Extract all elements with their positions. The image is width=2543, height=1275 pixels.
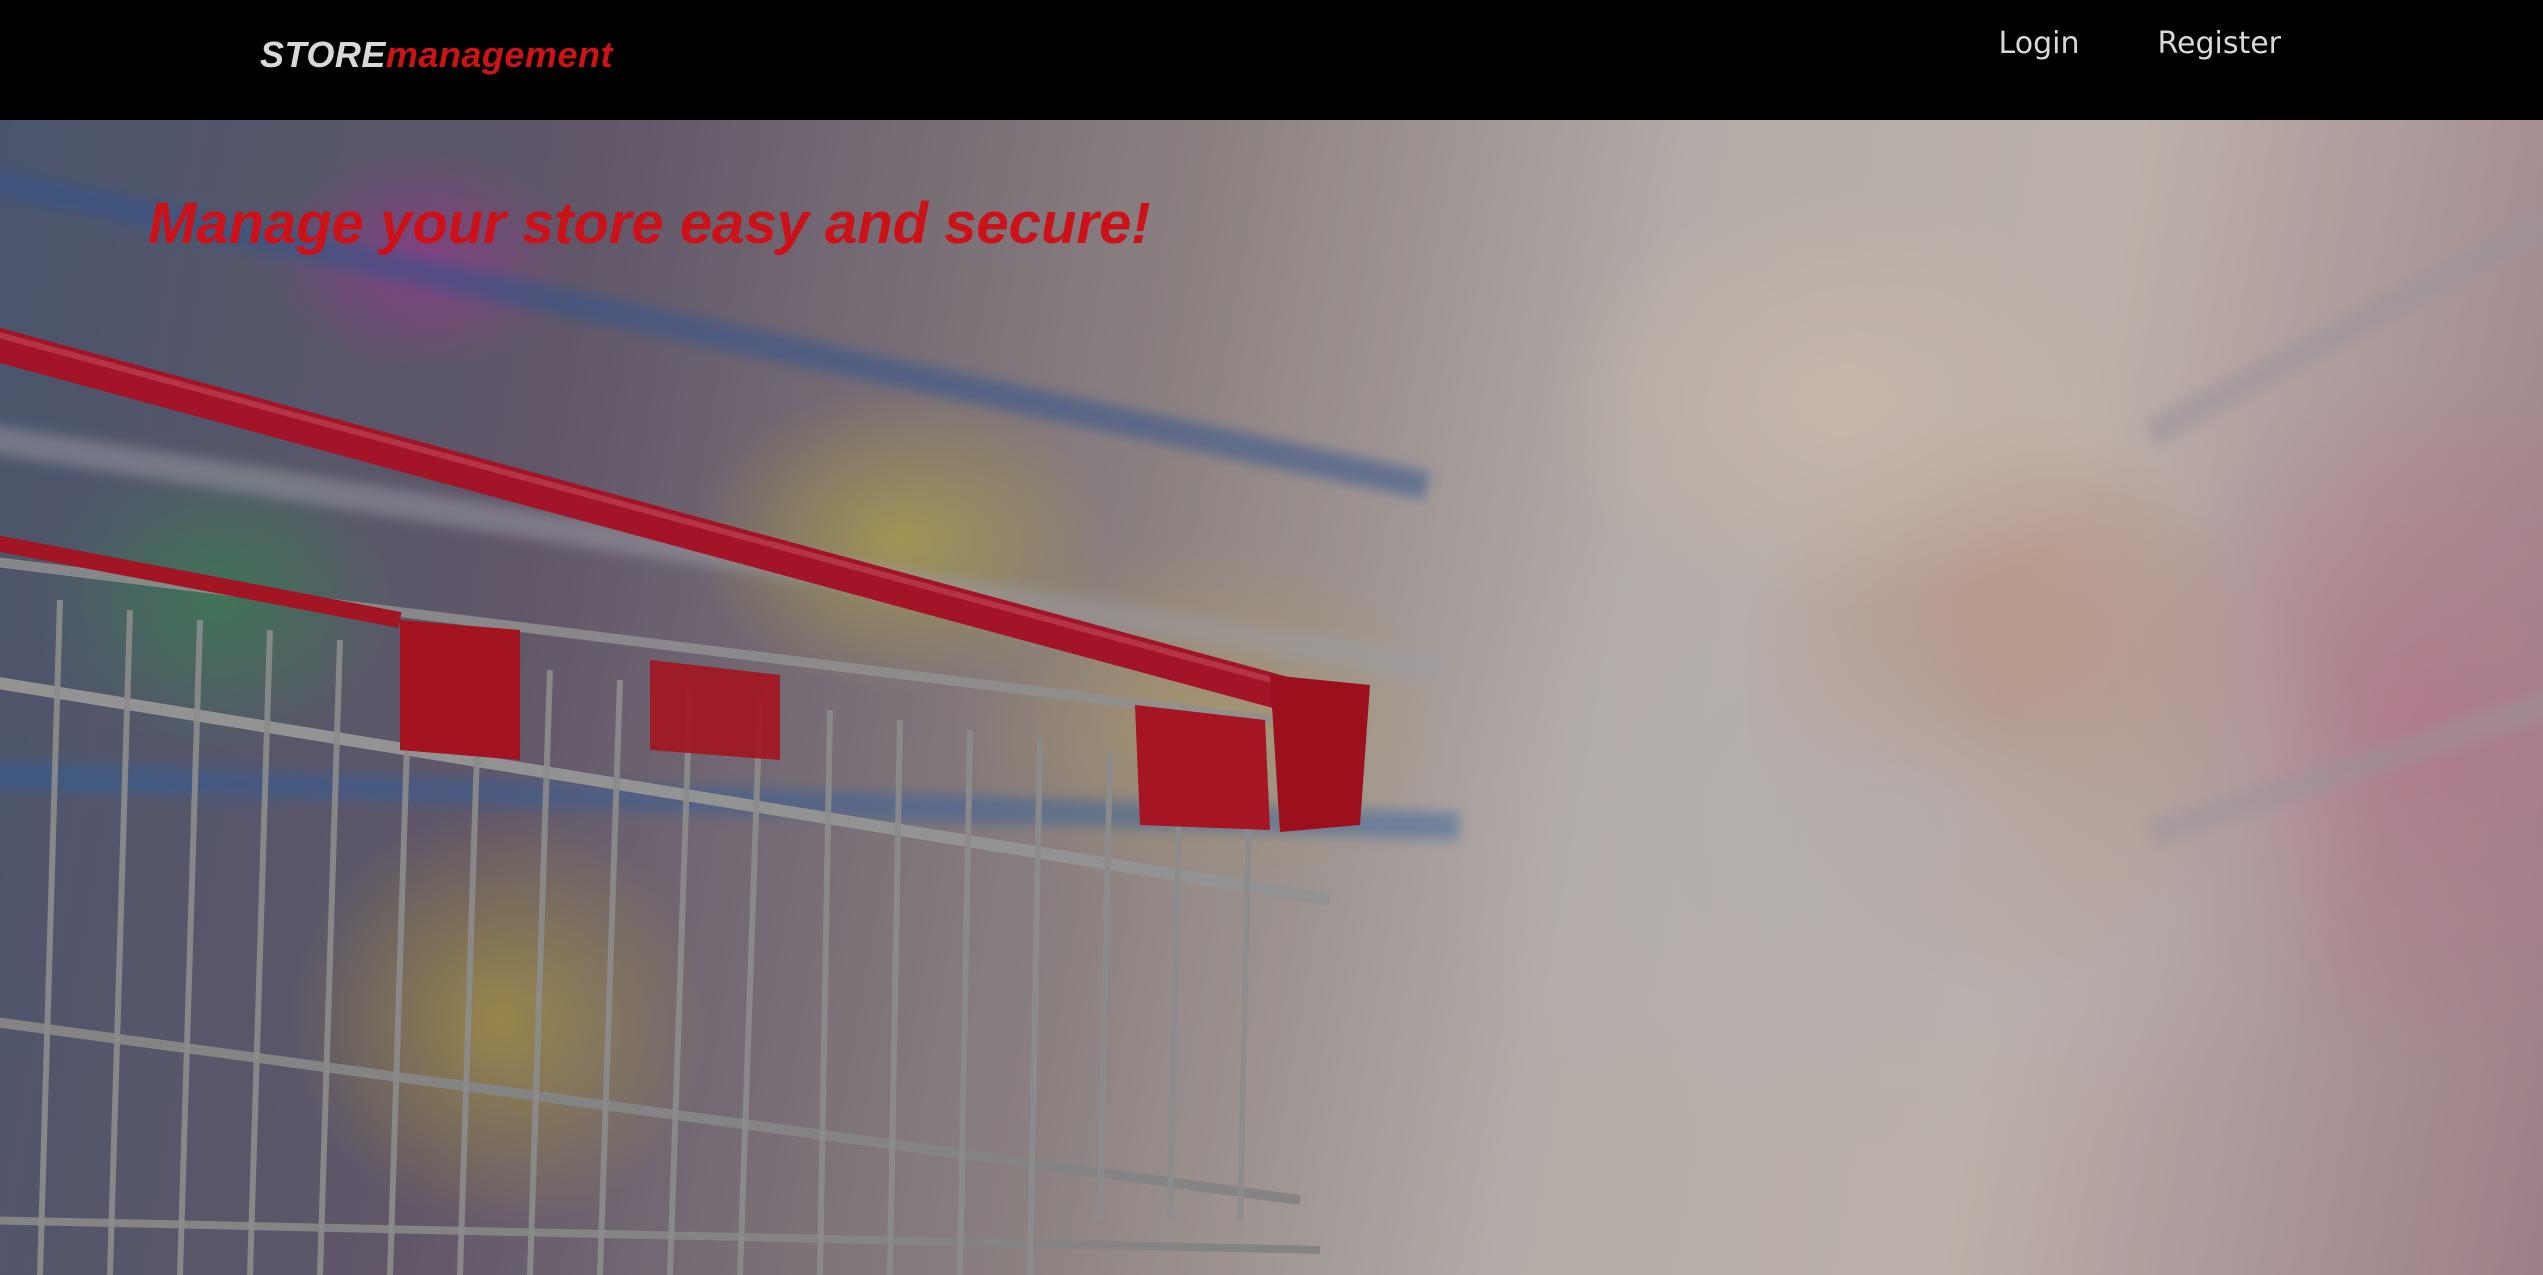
login-link[interactable]: Login	[1999, 26, 2080, 61]
top-navbar: STOREmanagement Login Register	[0, 0, 2543, 120]
brand-suffix: management	[385, 34, 613, 75]
hero-section: Manage your store easy and secure!	[0, 120, 2543, 1275]
hero-title: Manage your store easy and secure!	[148, 191, 1151, 256]
brand-prefix: STORE	[260, 34, 386, 75]
hero-dark-overlay	[0, 120, 2543, 1275]
nav-links: Login Register	[1999, 26, 2281, 61]
register-link[interactable]: Register	[2157, 26, 2281, 61]
brand-logo-link[interactable]: STOREmanagement	[260, 34, 613, 76]
